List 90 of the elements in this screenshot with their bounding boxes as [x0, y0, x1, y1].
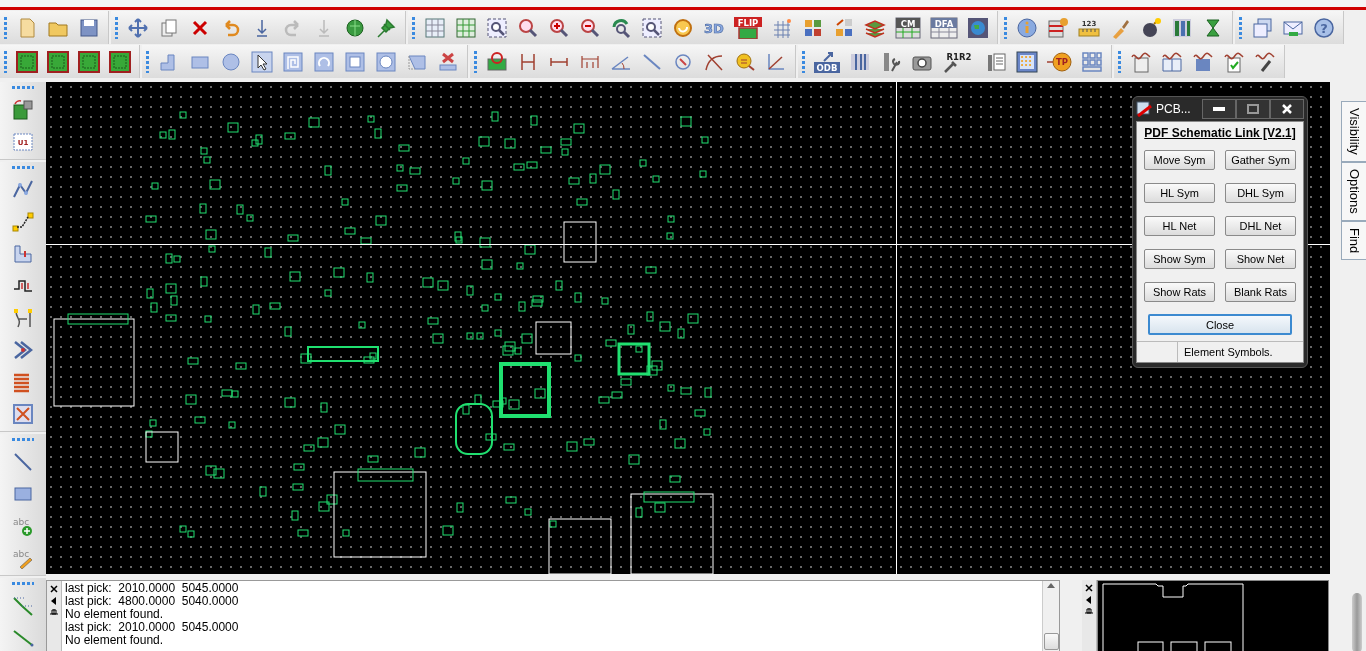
dialog-title: PCB...	[1156, 102, 1191, 116]
globe-icon[interactable]	[344, 16, 366, 39]
line-icon[interactable]	[12, 451, 34, 473]
scrollbar[interactable]	[1042, 581, 1059, 651]
board-icon[interactable]	[109, 50, 131, 73]
close-button[interactable]	[1270, 99, 1304, 119]
zoom-window-icon[interactable]	[486, 16, 508, 39]
move-arrows-icon[interactable]	[127, 16, 149, 39]
grid-spark-icon[interactable]	[771, 16, 793, 39]
zoom-icon[interactable]	[517, 16, 539, 39]
dialog-heading: PDF Schematic Link [V2.1]	[1143, 125, 1297, 142]
status-text: Element Symbols.	[1183, 346, 1273, 358]
console-line: No element found.	[65, 608, 165, 621]
circle-icon[interactable]	[220, 50, 242, 73]
zoom-out-icon[interactable]	[579, 16, 601, 39]
dialog-button[interactable]: DHL Sym	[1225, 183, 1296, 203]
dialog-button[interactable]: HL Sym	[1144, 183, 1215, 203]
info-icon[interactable]	[1016, 16, 1038, 39]
pushpin-icon[interactable]	[375, 16, 397, 39]
route-icon[interactable]	[12, 595, 34, 617]
world-view-map[interactable]	[1097, 580, 1329, 651]
zoom-window-icon[interactable]	[641, 16, 663, 39]
scroll-up-icon[interactable]	[1047, 583, 1055, 588]
grid-icon[interactable]	[455, 16, 477, 39]
dialog-button[interactable]: DHL Net	[1225, 216, 1296, 236]
zoom-refresh-icon[interactable]	[610, 16, 632, 39]
grid-icon[interactable]	[424, 16, 446, 39]
document-list-icon[interactable]	[985, 50, 1007, 73]
collapse-icon[interactable]	[1086, 596, 1092, 604]
zoom-in-icon[interactable]	[548, 16, 570, 39]
dot-grid-icon[interactable]	[1016, 50, 1038, 73]
dialog-button[interactable]: Blank Rats	[1225, 282, 1296, 302]
waveform-book-icon[interactable]	[1161, 50, 1183, 73]
waveform-chip-icon[interactable]	[1192, 50, 1214, 73]
dialog-button[interactable]: Show Sym	[1144, 249, 1215, 269]
fork-icon[interactable]	[12, 307, 34, 329]
waveform-probe-icon[interactable]	[1254, 50, 1276, 73]
placement-grid-icon[interactable]	[12, 403, 34, 425]
trace-area-icon[interactable]	[12, 243, 34, 265]
collapse-icon[interactable]	[51, 597, 57, 605]
square-icon[interactable]	[344, 50, 366, 73]
close-dialog-button[interactable]: Close	[1148, 314, 1292, 335]
side-tab[interactable]: Visibility	[1341, 101, 1366, 162]
board-icon[interactable]	[16, 50, 38, 73]
maximize-icon	[1247, 104, 1259, 114]
board-icon[interactable]	[78, 50, 100, 73]
globe-icon[interactable]	[967, 16, 989, 39]
table-info-icon[interactable]	[1047, 16, 1069, 39]
pcb-canvas[interactable]: PCB... PDF Schematic Link [V2.1] Move Sym Gather Sym HL Sym DHL Sym HL Net DHL Net Show Sym Show Net Show Rats Blank Rats Close Element Symbols.	[46, 82, 1330, 574]
windows-icon[interactable]	[1251, 16, 1273, 39]
squares-arrow-icon[interactable]	[833, 16, 855, 39]
note-icon[interactable]	[734, 50, 756, 73]
maximize-button[interactable]	[1236, 99, 1270, 119]
side-tab[interactable]: Find	[1341, 220, 1366, 260]
table-icon[interactable]: DFA	[930, 16, 958, 39]
board-note-icon[interactable]	[486, 50, 508, 73]
waveform-check-icon[interactable]	[1223, 50, 1245, 73]
scrollbar[interactable]	[1352, 593, 1362, 651]
dialog-button[interactable]: Move Sym	[1144, 150, 1215, 170]
side-tab[interactable]: Options	[1341, 161, 1366, 221]
arc-shape-icon[interactable]	[313, 50, 335, 73]
board-icon[interactable]	[47, 50, 69, 73]
close-icon[interactable]	[1085, 584, 1093, 592]
bars-icon[interactable]	[1171, 16, 1193, 39]
console-line: last pick: 2010.0000 5045.0000	[65, 621, 240, 634]
app-icon	[1136, 101, 1152, 117]
chevron-icon[interactable]	[12, 339, 34, 361]
console-line: last pick: 2010.0000 5045.0000	[65, 582, 240, 595]
circle-in-square-icon[interactable]	[375, 50, 397, 73]
console-line: No element found.	[65, 634, 165, 647]
route-icon[interactable]	[12, 627, 34, 649]
minimize-icon	[1213, 107, 1225, 111]
dialog-button[interactable]: Show Net	[1225, 249, 1296, 269]
copy-icon[interactable]	[158, 16, 180, 39]
close-icon[interactable]	[50, 585, 58, 593]
table-icon[interactable]: CM	[895, 16, 921, 39]
pointer-icon[interactable]	[251, 50, 273, 73]
scroll-thumb[interactable]	[1043, 633, 1059, 650]
close-icon	[1281, 103, 1293, 115]
minimize-button[interactable]	[1202, 99, 1236, 119]
connect-icon[interactable]	[12, 211, 34, 233]
waveform-document-icon[interactable]	[1130, 50, 1152, 73]
delete-shape-icon[interactable]	[437, 50, 459, 73]
bomb-icon[interactable]	[1140, 16, 1162, 39]
console-line: last pick: 4800.0000 5040.0000	[65, 595, 240, 608]
block-grid-icon[interactable]	[1081, 50, 1103, 73]
dialog-button[interactable]: Show Rats	[1144, 282, 1215, 302]
dialog-button[interactable]: Gather Sym	[1225, 150, 1296, 170]
board-chip-icon[interactable]	[12, 99, 34, 121]
dialog-button[interactable]: HL Net	[1144, 216, 1215, 236]
